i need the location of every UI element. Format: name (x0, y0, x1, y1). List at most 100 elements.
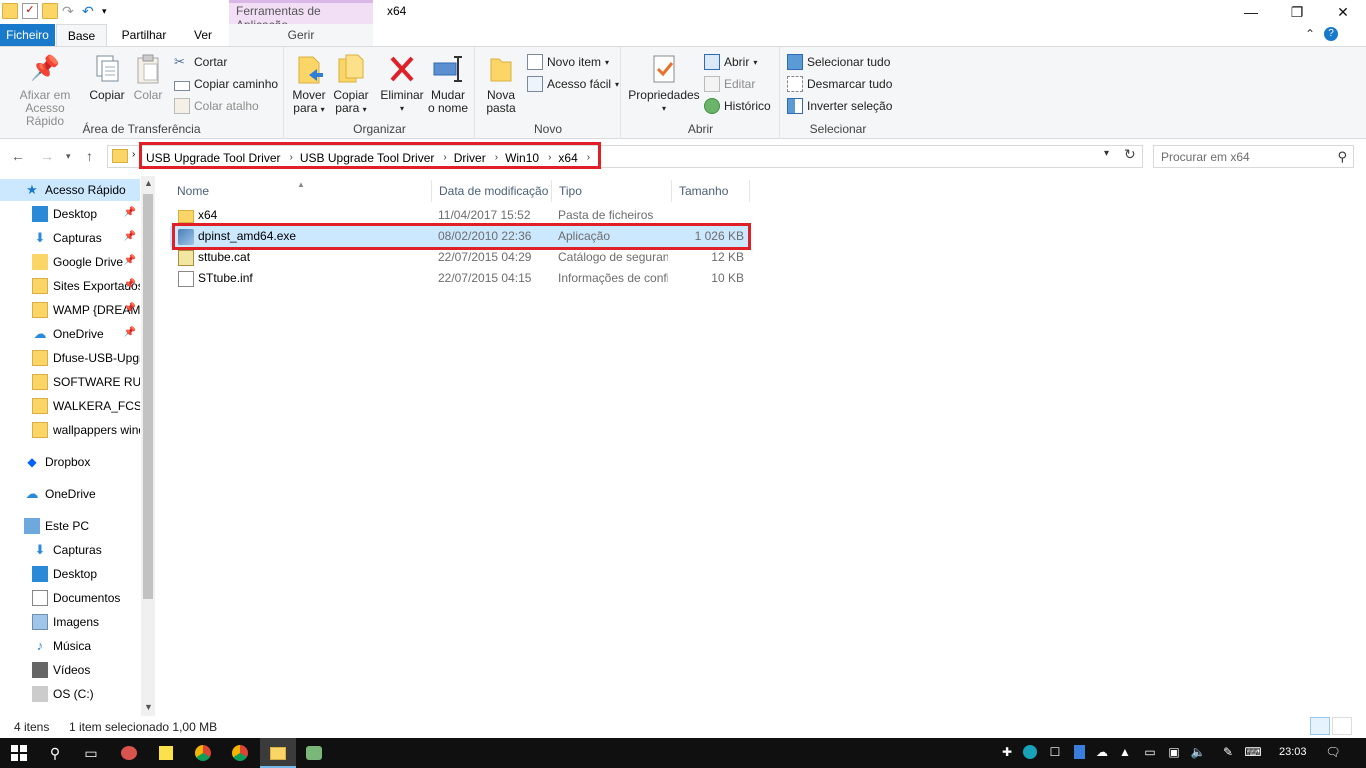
select-all-button[interactable]: Selecionar tudo (787, 52, 890, 72)
task-view-icon[interactable]: ▭ (80, 742, 102, 764)
column-header-type[interactable]: Tipo (552, 180, 672, 202)
tray-app-icon[interactable]: ✚ (999, 744, 1015, 760)
battery-icon[interactable]: ▭ (1142, 744, 1158, 760)
back-arrow-icon[interactable]: ← (11, 148, 25, 164)
nav-item[interactable]: OS (C:) (0, 683, 140, 705)
select-none-button[interactable]: Desmarcar tudo (787, 74, 892, 94)
folder-icon (32, 278, 48, 294)
onedrive-tray-icon[interactable]: ☁ (1094, 744, 1110, 760)
details-view-icon[interactable] (1310, 717, 1330, 735)
search-icon[interactable]: ⚲ (44, 742, 66, 764)
paste-shortcut-button[interactable]: Colar atalho (174, 96, 259, 116)
invert-selection-button[interactable]: Inverter seleção (787, 96, 892, 116)
large-icons-view-icon[interactable] (1332, 717, 1352, 735)
history-button[interactable]: Histórico (704, 96, 771, 116)
nav-item[interactable]: SOFTWARE RUNNER (0, 371, 140, 393)
new-folder-icon[interactable] (42, 3, 58, 19)
nav-item[interactable]: ★ Acesso Rápido (0, 179, 140, 201)
help-icon[interactable]: ? (1324, 27, 1338, 41)
recent-locations-icon[interactable]: ▾ (66, 151, 71, 162)
column-header-name[interactable]: ▲ Nome (170, 180, 432, 202)
delete-dropdown-icon[interactable]: ▾ (379, 102, 425, 115)
file-row[interactable]: STtube.inf 22/07/2015 04:15 Informações de… (170, 268, 750, 289)
tab-share[interactable]: Partilhar (112, 24, 176, 46)
move-to-button[interactable]: Mover para ▾ (289, 53, 329, 116)
up-arrow-icon[interactable]: ↑ (86, 148, 93, 164)
file-explorer-icon[interactable] (267, 742, 289, 764)
properties-dropdown-icon[interactable]: ▾ (628, 102, 700, 115)
open-button[interactable]: Abrir ▾ (704, 52, 757, 72)
scroll-thumb[interactable] (143, 194, 153, 599)
cut-button[interactable]: ✂ Cortar (174, 52, 227, 72)
copy-path-button[interactable]: Copiar caminho (174, 74, 278, 94)
undo-icon[interactable]: ↶ (82, 3, 98, 19)
maximize-button[interactable]: ❐ (1274, 0, 1320, 24)
notification-center-icon[interactable]: 🗨 (1325, 744, 1341, 760)
nav-item[interactable]: Este PC (0, 515, 140, 537)
column-header-size[interactable]: Tamanho (672, 180, 750, 202)
nav-item[interactable]: ⬇ Capturas (0, 539, 140, 561)
nav-item[interactable]: ◆ Dropbox (0, 451, 140, 473)
pen-icon[interactable]: ✎ (1220, 744, 1236, 760)
nav-item[interactable]: Documentos (0, 587, 140, 609)
tab-file[interactable]: Ficheiro (0, 24, 55, 46)
new-item-button[interactable]: Novo item ▾ (527, 52, 609, 72)
keyboard-icon[interactable]: ⌨ (1244, 744, 1261, 760)
refresh-icon[interactable]: ↻ (1124, 146, 1136, 163)
nav-item[interactable]: Google Drive 📌 (0, 251, 140, 273)
chrome-icon[interactable] (229, 742, 251, 764)
nav-item[interactable]: ♪ Música (0, 635, 140, 657)
tray-app-icon[interactable] (1022, 744, 1038, 760)
nav-item[interactable]: Dfuse-USB-Upgrade (0, 347, 140, 369)
nav-item[interactable]: WALKERA_FCS_F (0, 395, 140, 417)
nav-item[interactable]: Imagens (0, 611, 140, 633)
chrome-icon[interactable] (192, 742, 214, 764)
properties-button[interactable]: Propriedades ▾ (628, 53, 700, 115)
clock[interactable]: 23:03 (1279, 746, 1307, 758)
tab-manage[interactable]: Gerir (229, 24, 373, 46)
collapse-ribbon-icon[interactable]: ⌃ (1305, 27, 1315, 41)
file-row[interactable]: sttube.cat 22/07/2015 04:29 Catálogo de se… (170, 247, 750, 268)
network-icon[interactable]: ▣ (1166, 744, 1182, 760)
delete-button[interactable]: Eliminar ▾ (379, 53, 425, 115)
nav-scrollbar[interactable]: ▲ ▼ (141, 176, 155, 716)
nav-item[interactable]: wallpappers windows (0, 419, 140, 441)
properties-check-icon[interactable]: ✓ (22, 3, 38, 19)
volume-icon[interactable]: 🔈 (1190, 744, 1206, 760)
nav-item[interactable]: ⬇ Capturas 📌 (0, 227, 140, 249)
new-folder-button[interactable]: Nova pasta (482, 53, 520, 115)
address-history-dropdown-icon[interactable]: ▾ (1104, 148, 1109, 159)
nav-item[interactable]: ☁ OneDrive (0, 483, 140, 505)
paste-button[interactable]: Colar (130, 53, 166, 102)
easy-access-button[interactable]: Acesso fácil ▾ (527, 74, 619, 94)
pin-quick-access-button[interactable]: 📌 Afixar em Acesso Rápido (6, 53, 84, 128)
customize-toolbar-icon[interactable]: ▾ (102, 3, 118, 19)
paint-app-icon[interactable] (118, 742, 140, 764)
close-button[interactable]: ✕ (1320, 0, 1366, 24)
search-input[interactable]: Procurar em x64 ⚲ (1153, 145, 1354, 168)
copy-to-button[interactable]: Copiar para ▾ (331, 53, 371, 116)
copy-button[interactable]: Copiar (88, 53, 126, 102)
nav-item[interactable]: WAMP {DREAMWEAVER}📌 (0, 299, 140, 321)
minimize-button[interactable]: — (1228, 0, 1274, 24)
column-header-date[interactable]: Data de modificação (432, 180, 552, 202)
nav-item[interactable]: Desktop (0, 563, 140, 585)
sticky-notes-icon[interactable] (155, 742, 177, 764)
tray-app-icon[interactable] (1071, 744, 1087, 760)
forward-arrow-icon[interactable]: → (40, 148, 54, 164)
rename-button[interactable]: Mudar o nome (427, 53, 469, 115)
tab-view[interactable]: Ver (182, 24, 224, 46)
redo-icon[interactable]: ↷ (62, 3, 78, 19)
nav-item[interactable]: Desktop 📌 (0, 203, 140, 225)
nav-item[interactable]: Sites Exportados 📌 (0, 275, 140, 297)
scroll-up-icon[interactable]: ▲ (144, 178, 153, 188)
nav-item[interactable]: Vídeos (0, 659, 140, 681)
scroll-down-icon[interactable]: ▼ (144, 702, 153, 712)
tab-home[interactable]: Base (56, 24, 107, 46)
windows-start-icon[interactable] (8, 742, 30, 764)
google-drive-tray-icon[interactable]: ▲ (1117, 744, 1133, 760)
nav-item[interactable]: ☁ OneDrive 📌 (0, 323, 140, 345)
game-app-icon[interactable] (303, 742, 325, 764)
edit-button[interactable]: Editar (704, 74, 755, 94)
tray-app-icon[interactable]: ☐ (1047, 744, 1063, 760)
